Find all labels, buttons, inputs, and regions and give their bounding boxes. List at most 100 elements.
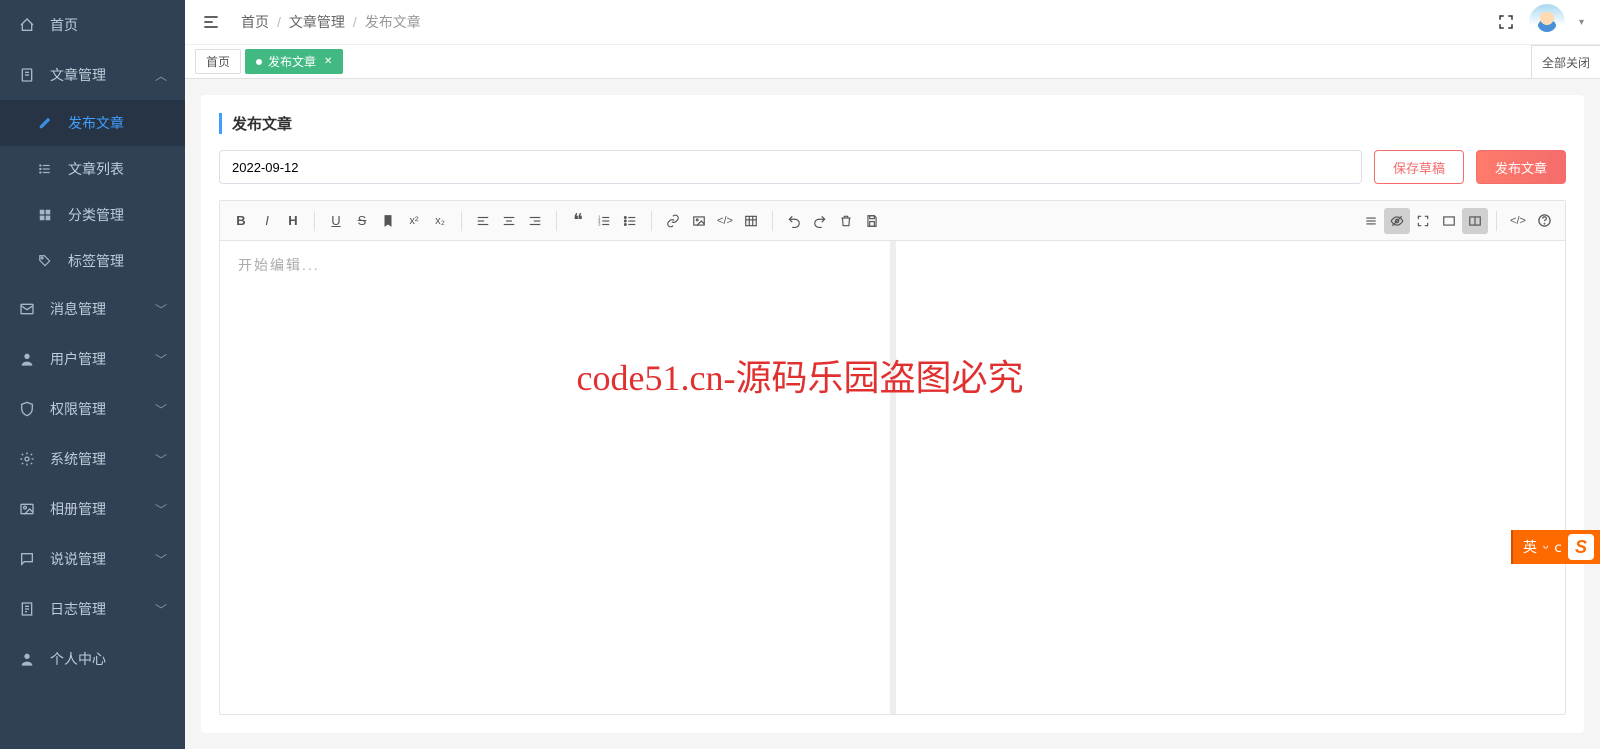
sidebar-item-talk-mgmt[interactable]: 说说管理 ﹀ [0, 534, 185, 584]
sidebar-item-profile[interactable]: 个人中心 [0, 634, 185, 684]
breadcrumb: 首页 / 文章管理 / 发布文章 [241, 12, 1497, 32]
superscript-button[interactable]: x² [401, 208, 427, 234]
sidebar-item-article-list[interactable]: 文章列表 [0, 146, 185, 192]
align-right-button[interactable] [522, 208, 548, 234]
ime-mode2: ⅽ [1554, 539, 1562, 556]
ime-indicator[interactable]: 英 ᵕ ⅽ S [1511, 530, 1600, 564]
breadcrumb-item[interactable]: 首页 [241, 12, 269, 32]
grid-icon [36, 208, 54, 222]
split-button[interactable] [1462, 208, 1488, 234]
breadcrumb-separator: / [277, 14, 281, 30]
strikethrough-button[interactable]: S [349, 208, 375, 234]
tab-label: 首页 [206, 53, 230, 70]
tab-publish-article[interactable]: 发布文章 ✕ [245, 49, 343, 74]
preview-button[interactable] [1384, 208, 1410, 234]
sidebar-item-label: 标签管理 [68, 251, 167, 271]
edit-icon [36, 116, 54, 130]
html-button[interactable]: </> [1505, 208, 1531, 234]
chevron-down-icon: ﹀ [155, 551, 167, 568]
sidebar-item-system-mgmt[interactable]: 系统管理 ﹀ [0, 434, 185, 484]
avatar[interactable] [1529, 4, 1565, 40]
mail-icon [18, 301, 36, 317]
close-icon[interactable]: ✕ [324, 56, 332, 67]
close-all-tabs-button[interactable]: 全部关闭 [1531, 45, 1600, 78]
breadcrumb-item[interactable]: 文章管理 [289, 12, 345, 32]
chevron-down-icon: ﹀ [155, 601, 167, 618]
link-button[interactable] [660, 208, 686, 234]
sidebar-item-home[interactable]: 首页 [0, 0, 185, 50]
tab-home[interactable]: 首页 [195, 49, 241, 74]
sidebar-item-message-mgmt[interactable]: 消息管理 ﹀ [0, 284, 185, 334]
save-button[interactable] [859, 208, 885, 234]
avatar-dropdown-caret[interactable]: ▾ [1579, 17, 1584, 28]
sidebar-item-tag-mgmt[interactable]: 标签管理 [0, 238, 185, 284]
code-button[interactable]: </> [712, 208, 738, 234]
sidebar-item-permission-mgmt[interactable]: 权限管理 ﹀ [0, 384, 185, 434]
unordered-list-button[interactable] [617, 208, 643, 234]
form-row: 保存草稿 发布文章 [219, 150, 1566, 184]
sidebar-item-label: 日志管理 [50, 599, 155, 619]
editor-input-pane[interactable]: 开始编辑... [220, 241, 896, 714]
editor-preview-pane [896, 241, 1566, 714]
content: 发布文章 保存草稿 发布文章 B I H [185, 79, 1600, 749]
breadcrumb-separator: / [353, 14, 357, 30]
align-left-button[interactable] [470, 208, 496, 234]
home-icon [18, 17, 36, 33]
nav-button[interactable] [1358, 208, 1384, 234]
fullscreen-icon[interactable] [1497, 13, 1515, 31]
align-center-button[interactable] [496, 208, 522, 234]
editor-placeholder: 开始编辑... [238, 255, 872, 275]
italic-button[interactable]: I [254, 208, 280, 234]
sidebar-item-user-mgmt[interactable]: 用户管理 ﹀ [0, 334, 185, 384]
sidebar-item-album-mgmt[interactable]: 相册管理 ﹀ [0, 484, 185, 534]
underline-button[interactable]: U [323, 208, 349, 234]
read-button[interactable] [1436, 208, 1462, 234]
sidebar-item-label: 首页 [50, 15, 167, 35]
help-button[interactable] [1531, 208, 1557, 234]
fullscreen-button[interactable] [1410, 208, 1436, 234]
sidebar-item-publish-article[interactable]: 发布文章 [0, 100, 185, 146]
card: 发布文章 保存草稿 发布文章 B I H [201, 95, 1584, 733]
main: 首页 / 文章管理 / 发布文章 ▾ 首页 发布文章 ✕ [185, 0, 1600, 749]
save-draft-button[interactable]: 保存草稿 [1374, 150, 1464, 184]
subscript-button[interactable]: x₂ [427, 208, 453, 234]
chevron-up-icon: ︿ [155, 67, 167, 84]
trash-button[interactable] [833, 208, 859, 234]
markdown-editor: B I H U S x² x₂ [219, 200, 1566, 715]
sidebar-item-label: 消息管理 [50, 299, 155, 319]
shield-icon [18, 401, 36, 417]
heading-button[interactable]: H [280, 208, 306, 234]
sidebar-toggle[interactable] [201, 12, 221, 32]
ordered-list-button[interactable]: 123 [591, 208, 617, 234]
topbar-right: ▾ [1497, 4, 1584, 40]
sidebar-item-label: 发布文章 [68, 113, 167, 133]
quote-button[interactable]: ❝ [565, 208, 591, 234]
sidebar-item-category-mgmt[interactable]: 分类管理 [0, 192, 185, 238]
sidebar-item-label: 相册管理 [50, 499, 155, 519]
list-icon [36, 162, 54, 176]
sidebar-item-log-mgmt[interactable]: 日志管理 ﹀ [0, 584, 185, 634]
sidebar-item-article-mgmt[interactable]: 文章管理 ︿ [0, 50, 185, 100]
sidebar-item-label: 分类管理 [68, 205, 167, 225]
chevron-down-icon: ﹀ [155, 451, 167, 468]
undo-button[interactable] [781, 208, 807, 234]
svg-text:3: 3 [598, 221, 601, 226]
sidebar-item-label: 系统管理 [50, 449, 155, 469]
chat-icon [18, 551, 36, 567]
chevron-down-icon: ﹀ [155, 401, 167, 418]
article-title-input[interactable] [219, 150, 1362, 184]
sidebar-item-label: 个人中心 [50, 649, 167, 669]
image-button[interactable] [686, 208, 712, 234]
mark-button[interactable] [375, 208, 401, 234]
tag-icon [36, 254, 54, 268]
sidebar-item-label: 用户管理 [50, 349, 155, 369]
publish-button[interactable]: 发布文章 [1476, 150, 1566, 184]
editor-panes: 开始编辑... code51.cn-源码乐园盗图必究 [220, 241, 1565, 714]
table-button[interactable] [738, 208, 764, 234]
ime-mode1: ᵕ [1543, 539, 1548, 555]
page-title: 发布文章 [219, 113, 1566, 134]
redo-button[interactable] [807, 208, 833, 234]
sidebar-submenu-article: 发布文章 文章列表 分类管理 标签管理 [0, 100, 185, 284]
bold-button[interactable]: B [228, 208, 254, 234]
active-dot-icon [256, 59, 262, 65]
